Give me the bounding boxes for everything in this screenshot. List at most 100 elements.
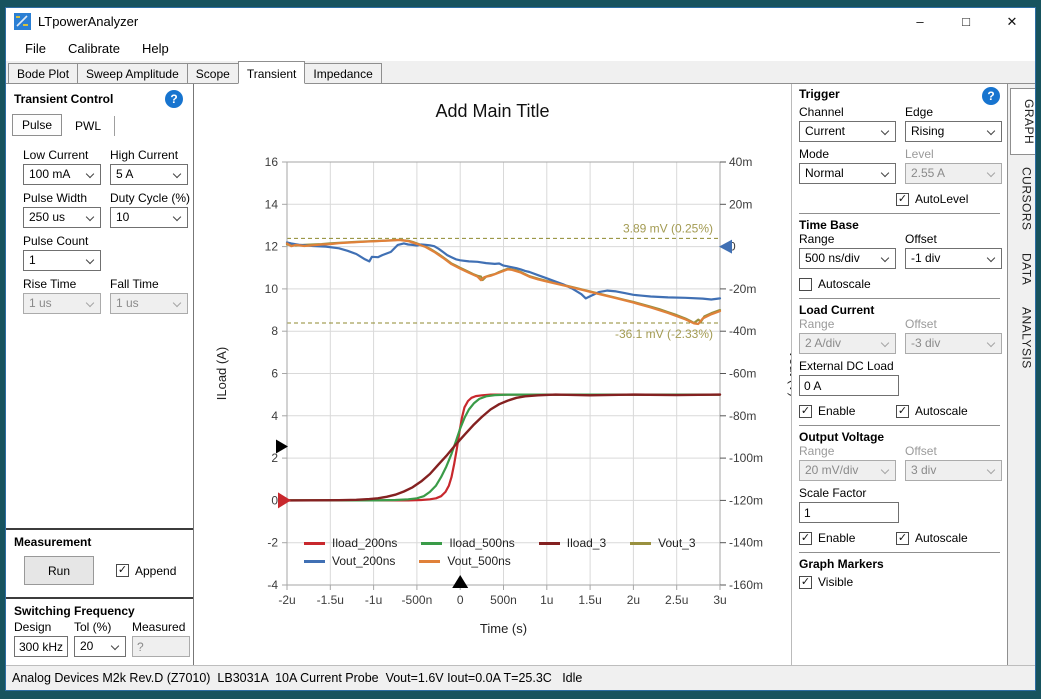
y-right-tick-label: -160m — [729, 578, 763, 592]
minimize-icon[interactable]: – — [897, 8, 943, 35]
x-tick-label: 500n — [490, 593, 517, 607]
vout-autoscale-checkbox[interactable]: ✓ Autoscale — [896, 531, 1002, 545]
side-tab-graph[interactable]: GRAPH — [1010, 88, 1035, 155]
append-checkbox-box[interactable]: ✓ — [116, 564, 129, 577]
y-right-tick-label: -20m — [729, 282, 756, 296]
tab-bode-plot[interactable]: Bode Plot — [8, 63, 78, 83]
append-checkbox-label: Append — [135, 564, 176, 578]
tab-impedance[interactable]: Impedance — [304, 63, 381, 83]
side-tab-analysis[interactable]: ANALYSIS — [1010, 297, 1034, 379]
vout-enable-box[interactable]: ✓ — [799, 532, 812, 545]
timebase-offset-select[interactable]: -1 div — [905, 248, 1002, 269]
help-icon[interactable]: ? — [982, 87, 1000, 105]
markers-visible-label: Visible — [818, 575, 853, 589]
title-bar: LTpowerAnalyzer – □ ✕ — [6, 8, 1035, 35]
vout-offset-select: 3 div — [905, 460, 1002, 481]
autolevel-checkbox-label: AutoLevel — [915, 192, 968, 206]
tab-scope[interactable]: Scope — [187, 63, 239, 83]
vout-range-select: 20 mV/div — [799, 460, 896, 481]
scale-factor-input[interactable] — [799, 502, 899, 523]
close-icon[interactable]: ✕ — [989, 8, 1035, 35]
external-dc-load-label: External DC Load — [799, 359, 1000, 373]
transient-control-panel: Transient Control ? Pulse PWL Low Curren… — [6, 84, 194, 665]
timebase-range-select[interactable]: 500 ns/div — [799, 248, 896, 269]
x-tick-label: 3u — [713, 593, 726, 607]
pulse-count-select[interactable]: 1 — [23, 250, 101, 271]
help-icon[interactable]: ? — [165, 90, 183, 108]
side-tab-data[interactable]: DATA — [1010, 243, 1034, 295]
x-axis-title: Time (s) — [480, 621, 527, 636]
vout-enable-checkbox[interactable]: ✓ Enable — [799, 531, 896, 545]
tab-pwl[interactable]: PWL — [66, 116, 115, 136]
vout-offset-marker[interactable] — [719, 240, 732, 254]
x-tick-label: -500n — [402, 593, 433, 607]
legend-label: Vout_200ns — [332, 554, 395, 568]
switching-frequency-title: Switching Frequency — [14, 604, 135, 618]
x-tick-label: -2u — [278, 593, 295, 607]
maximize-icon[interactable]: □ — [943, 8, 989, 35]
tab-pulse[interactable]: Pulse — [12, 114, 62, 136]
scope-settings-panel: Trigger ? Channel Edge Current Rising Mo… — [791, 84, 1007, 665]
y-left-tick-label: 14 — [265, 197, 279, 211]
autolevel-checkbox-box[interactable]: ✓ — [896, 193, 909, 206]
legend-label: Vout_3 — [658, 536, 695, 550]
load-autoscale-box[interactable]: ✓ — [896, 405, 909, 418]
vout-autoscale-box[interactable]: ✓ — [896, 532, 909, 545]
x-tick-label: 1.5u — [578, 593, 601, 607]
trigger-edge-select[interactable]: Rising — [905, 121, 1002, 142]
load-autoscale-checkbox[interactable]: ✓ Autoscale — [896, 404, 1002, 418]
run-button[interactable]: Run — [24, 556, 94, 585]
markers-visible-checkbox[interactable]: ✓ Visible — [799, 575, 896, 589]
trigger-time-marker[interactable] — [452, 575, 468, 588]
level-label: Level — [905, 147, 1002, 161]
graph-markers-title: Graph Markers — [799, 557, 884, 571]
tol-select[interactable]: 20 — [74, 636, 126, 657]
pulse-pwl-tabs: Pulse PWL — [6, 110, 193, 136]
low-current-label: Low Current — [23, 148, 101, 162]
pulse-width-select[interactable]: 250 us — [23, 207, 101, 228]
markers-visible-box[interactable]: ✓ — [799, 576, 812, 589]
timebase-autoscale-checkbox[interactable]: Autoscale — [799, 277, 896, 291]
low-current-select[interactable]: 100 mA — [23, 164, 101, 185]
y-left-tick-label: -2 — [267, 536, 278, 550]
menu-file[interactable]: File — [14, 37, 57, 60]
menu-help[interactable]: Help — [131, 37, 180, 60]
trigger-mode-select[interactable]: Normal — [799, 163, 896, 184]
menu-calibrate[interactable]: Calibrate — [57, 37, 131, 60]
duty-cycle-select[interactable]: 10 — [110, 207, 188, 228]
side-tab-cursors[interactable]: CURSORS — [1010, 157, 1034, 241]
legend-item-Iload_3: Iload_3 — [539, 536, 606, 550]
tab-transient[interactable]: Transient — [238, 61, 306, 84]
x-tick-label: 1u — [540, 593, 553, 607]
timebase-autoscale-box[interactable] — [799, 278, 812, 291]
design-input[interactable] — [14, 636, 68, 657]
vout-autoscale-label: Autoscale — [915, 531, 968, 545]
autolevel-checkbox[interactable]: ✓ AutoLevel — [896, 192, 1002, 206]
measured-field — [132, 636, 190, 657]
fall-time-label: Fall Time — [110, 277, 188, 291]
measurement-title: Measurement — [14, 535, 91, 549]
load-offset-label: Offset — [905, 317, 1002, 331]
load-current-title: Load Current — [799, 303, 874, 317]
append-checkbox[interactable]: ✓ Append — [116, 564, 176, 578]
main-tab-strip: Bode Plot Sweep Amplitude Scope Transien… — [6, 61, 1035, 84]
trigger-level-marker[interactable] — [276, 439, 288, 453]
high-current-label: High Current — [110, 148, 188, 162]
legend-item-Vout_3: Vout_3 — [630, 536, 695, 550]
legend-label: Iload_3 — [567, 536, 606, 550]
trigger-level-select: 2.55 A — [905, 163, 1002, 184]
y-left-tick-label: 12 — [265, 240, 279, 254]
legend-item-Vout_500ns: Vout_500ns — [419, 554, 510, 568]
y-left-tick-label: 0 — [271, 493, 278, 507]
timebase-range-label: Range — [799, 232, 896, 246]
load-enable-checkbox[interactable]: ✓ Enable — [799, 404, 896, 418]
tab-sweep-amplitude[interactable]: Sweep Amplitude — [77, 63, 188, 83]
trigger-channel-select[interactable]: Current — [799, 121, 896, 142]
load-enable-box[interactable]: ✓ — [799, 405, 812, 418]
external-dc-load-input[interactable] — [799, 375, 899, 396]
y-left-tick-label: 16 — [265, 155, 279, 169]
x-tick-label: -1u — [365, 593, 382, 607]
iload-offset-marker[interactable] — [278, 492, 291, 508]
transient-control-title: Transient Control — [14, 92, 113, 106]
high-current-select[interactable]: 5 A — [110, 164, 188, 185]
